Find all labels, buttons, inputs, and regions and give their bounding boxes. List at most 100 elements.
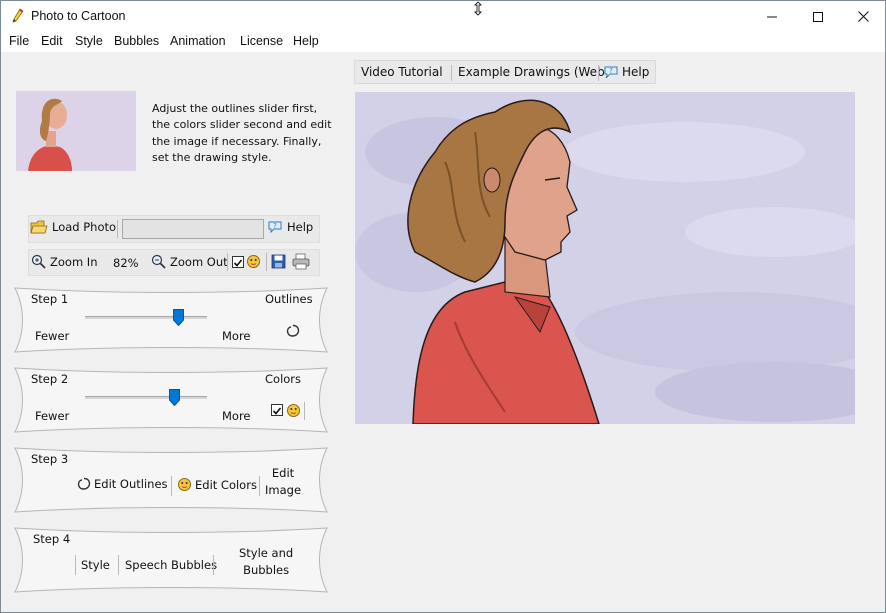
separator bbox=[117, 220, 118, 238]
resize-cursor-icon bbox=[474, 1, 482, 16]
step2-max-label: More bbox=[222, 409, 251, 423]
outlines-slider-track[interactable] bbox=[85, 316, 207, 319]
step4-panel: Step 4 Style Speech Bubbles Style and Bu… bbox=[11, 526, 331, 594]
edit-image-label: Image bbox=[265, 483, 302, 497]
step2-title: Step 2 bbox=[31, 372, 69, 386]
step1-max-label: More bbox=[222, 329, 251, 343]
title-bar: Photo to Cartoon bbox=[1, 1, 885, 32]
separator bbox=[75, 555, 76, 575]
step1-title: Step 1 bbox=[31, 292, 69, 306]
video-tutorial-link[interactable]: Video Tutorial bbox=[361, 65, 443, 79]
style-and-bubbles-label: Bubbles bbox=[243, 563, 290, 577]
help-bubble-icon: ? bbox=[268, 221, 282, 234]
step2-heading: Colors bbox=[265, 372, 302, 386]
edit-outlines-label: Edit Outlines bbox=[94, 477, 168, 491]
separator bbox=[118, 555, 119, 575]
separator bbox=[259, 476, 260, 496]
zoom-in-button[interactable]: Zoom In bbox=[31, 254, 98, 269]
colors-auto-checkbox[interactable] bbox=[271, 404, 283, 416]
save-icon[interactable] bbox=[271, 254, 286, 269]
separator bbox=[451, 65, 452, 81]
file-path-field[interactable] bbox=[122, 219, 264, 239]
colors-slider-track[interactable] bbox=[85, 396, 207, 399]
toolbar-help-button[interactable]: ? Help bbox=[267, 220, 313, 234]
step3-panel: Step 3 Edit Outlines Edit Colors Edit Im… bbox=[11, 446, 331, 514]
edit-image-label: Edit bbox=[271, 466, 295, 480]
separator bbox=[213, 555, 214, 575]
zoom-level: 82% bbox=[113, 256, 139, 270]
pencil-app-icon bbox=[12, 8, 24, 23]
style-button[interactable]: Style bbox=[81, 558, 110, 572]
minimize-icon bbox=[767, 16, 777, 17]
print-icon[interactable] bbox=[292, 253, 310, 270]
separator bbox=[171, 476, 172, 496]
instructions-line: the colors slider second and edit bbox=[152, 118, 332, 132]
separator bbox=[598, 65, 599, 81]
help-link[interactable]: ? Help bbox=[603, 65, 649, 79]
edit-colors-button[interactable]: Edit Colors bbox=[177, 477, 257, 492]
instructions-line: Adjust the outlines slider first, bbox=[152, 102, 318, 115]
outline-lasso-icon bbox=[77, 477, 91, 490]
load-photo-button[interactable]: Load Photo bbox=[30, 219, 116, 235]
close-button[interactable] bbox=[840, 1, 886, 32]
cartoon-face-icon bbox=[247, 255, 260, 268]
edit-outlines-button[interactable]: Edit Outlines bbox=[77, 477, 168, 491]
zoom-in-label: Zoom In bbox=[50, 254, 98, 269]
zoom-out-label: Zoom Out bbox=[170, 254, 228, 269]
step1-min-label: Fewer bbox=[35, 329, 70, 343]
svg-text:?: ? bbox=[609, 67, 613, 75]
separator bbox=[304, 402, 305, 420]
step2-panel: Step 2 Colors Fewer More bbox=[11, 366, 331, 434]
menu-bubbles[interactable]: Bubbles bbox=[114, 34, 159, 48]
original-photo-thumbnail bbox=[16, 91, 136, 171]
menu-style[interactable]: Style bbox=[75, 34, 103, 48]
checkmark-icon bbox=[272, 407, 282, 415]
instructions-line: set the drawing style. bbox=[152, 150, 272, 164]
menu-edit[interactable]: Edit bbox=[41, 34, 63, 48]
help-bubble-icon: ? bbox=[604, 66, 618, 79]
cartoon-face-icon bbox=[178, 478, 191, 491]
instructions-line: the image if necessary. Finally, bbox=[152, 134, 322, 148]
window-title: Photo to Cartoon bbox=[31, 9, 126, 23]
style-and-bubbles-label: Style and bbox=[239, 546, 294, 560]
zoom-in-icon bbox=[31, 254, 46, 269]
outline-lasso-icon[interactable] bbox=[286, 324, 300, 338]
step4-title: Step 4 bbox=[33, 532, 71, 546]
menu-license[interactable]: License bbox=[240, 34, 283, 48]
colors-slider-thumb[interactable] bbox=[168, 389, 180, 406]
minimize-button[interactable] bbox=[749, 1, 795, 32]
edit-image-button[interactable]: Edit Image bbox=[265, 465, 301, 499]
auto-update-checkbox[interactable] bbox=[232, 256, 244, 268]
folder-icon bbox=[30, 220, 48, 234]
checkmark-icon bbox=[233, 259, 243, 267]
cartoon-face-icon bbox=[287, 404, 300, 417]
example-drawings-link[interactable]: Example Drawings (Web) bbox=[458, 65, 609, 79]
step1-heading: Outlines bbox=[265, 292, 313, 306]
separator bbox=[227, 253, 228, 271]
help-link-label: Help bbox=[622, 65, 650, 79]
edit-colors-label: Edit Colors bbox=[195, 477, 257, 492]
menu-file[interactable]: File bbox=[9, 34, 29, 48]
maximize-icon bbox=[813, 11, 823, 22]
zoom-out-button[interactable]: Zoom Out bbox=[151, 254, 228, 269]
menu-animation[interactable]: Animation bbox=[170, 34, 226, 48]
instructions-text: Adjust the outlines slider first, the co… bbox=[152, 101, 332, 166]
menu-bar: File Edit Style Bubbles Animation Licens… bbox=[1, 32, 885, 52]
separator bbox=[266, 253, 267, 271]
cartoon-preview-canvas[interactable] bbox=[355, 92, 855, 424]
zoom-out-icon bbox=[151, 254, 166, 269]
close-icon bbox=[857, 11, 869, 22]
svg-text:?: ? bbox=[273, 222, 277, 230]
maximize-button[interactable] bbox=[795, 1, 841, 32]
app-window: Photo to Cartoon File Edit Style Bubbles… bbox=[0, 0, 886, 613]
speech-bubbles-button[interactable]: Speech Bubbles bbox=[125, 558, 217, 572]
help-links-bar: Video Tutorial Example Drawings (Web) ? … bbox=[354, 60, 656, 84]
step1-panel: Step 1 Outlines Fewer More bbox=[11, 286, 331, 354]
step3-title: Step 3 bbox=[31, 452, 69, 466]
load-photo-label: Load Photo bbox=[52, 220, 117, 234]
menu-help[interactable]: Help bbox=[293, 34, 319, 48]
outlines-slider-thumb[interactable] bbox=[173, 309, 185, 326]
toolbar-help-label: Help bbox=[287, 220, 314, 234]
style-and-bubbles-button[interactable]: Style and Bubbles bbox=[239, 545, 293, 579]
step2-min-label: Fewer bbox=[35, 409, 70, 423]
